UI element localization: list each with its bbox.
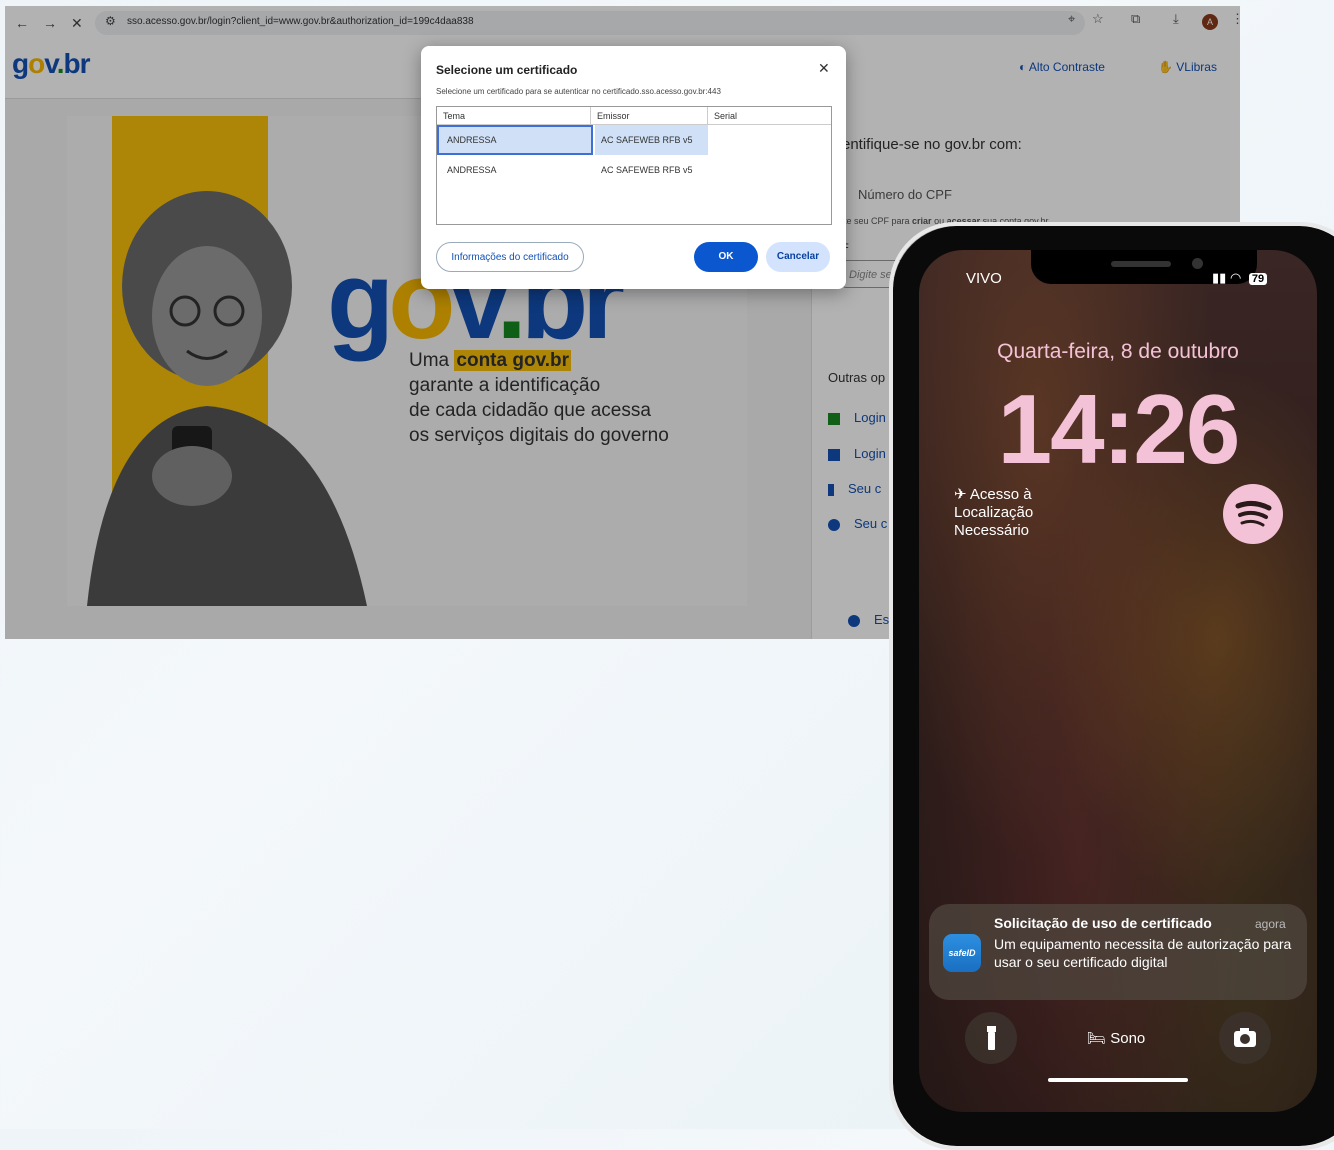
wifi-icon: ◠ — [1229, 270, 1242, 285]
camera-icon — [1234, 1028, 1256, 1047]
signal-icon: ▮▮ — [1212, 270, 1227, 285]
lock-date: Quarta-feira, 8 de outubro — [997, 340, 1239, 363]
home-indicator[interactable] — [1048, 1078, 1188, 1082]
certificate-table: Tema Emissor Serial ANDRESSA AC SAFEWEB … — [436, 106, 832, 225]
column-tema[interactable]: Tema — [443, 111, 465, 121]
table-header: Tema Emissor Serial — [437, 107, 831, 125]
notification-title: Solicitação de uso de certificado — [994, 915, 1212, 931]
status-icons: ▮▮ ◠ 79 — [1212, 270, 1268, 286]
certificate-dialog: Selecione um certificado ✕ Selecione um … — [421, 46, 846, 289]
notification-card[interactable]: safeID Solicitação de uso de certificado… — [929, 904, 1307, 1000]
battery-icon: 79 — [1248, 273, 1268, 285]
column-emissor[interactable]: Emissor — [597, 111, 630, 121]
cell-tema: ANDRESSA — [447, 165, 497, 175]
notification-body: Um equipamento necessita de autorização … — [994, 936, 1292, 970]
location-widget[interactable]: ✈ Acesso à Localização Necessário — [954, 486, 1033, 540]
carrier-label: VIVO — [966, 270, 1002, 287]
airplane-location-icon: ✈ — [954, 486, 967, 503]
iphone-mockup: VIVO ▮▮ ◠ 79 Quarta-feira, 8 de outubro … — [889, 222, 1334, 1150]
cell-emissor: AC SAFEWEB RFB v5 — [601, 135, 693, 145]
table-row[interactable]: ANDRESSA AC SAFEWEB RFB v5 — [437, 125, 831, 155]
cell-emissor: AC SAFEWEB RFB v5 — [601, 165, 693, 175]
lock-time: 14:26 — [997, 374, 1241, 484]
dialog-subtitle: Selecione um certificado para se autenti… — [436, 87, 721, 96]
column-serial[interactable]: Serial — [714, 111, 737, 121]
close-icon[interactable]: ✕ — [818, 60, 830, 77]
lock-screen: VIVO ▮▮ ◠ 79 Quarta-feira, 8 de outubro … — [919, 250, 1317, 1112]
sleep-focus-label[interactable]: 🛏 Sono — [1087, 1029, 1145, 1047]
safeid-app-icon: safeID — [943, 934, 981, 972]
table-row[interactable]: ANDRESSA AC SAFEWEB RFB v5 — [437, 155, 831, 185]
flashlight-button[interactable] — [965, 1012, 1017, 1064]
notification-time: agora — [1255, 917, 1286, 931]
spotify-icon[interactable] — [1223, 484, 1283, 544]
certificate-info-button[interactable]: Informações do certificado — [436, 242, 584, 272]
dialog-title: Selecione um certificado — [436, 63, 578, 77]
flashlight-icon — [987, 1026, 996, 1050]
cancel-button[interactable]: Cancelar — [766, 242, 830, 272]
ok-button[interactable]: OK — [694, 242, 758, 272]
cell-tema: ANDRESSA — [447, 135, 497, 145]
bed-icon: 🛏 — [1087, 1030, 1107, 1047]
camera-button[interactable] — [1219, 1012, 1271, 1064]
